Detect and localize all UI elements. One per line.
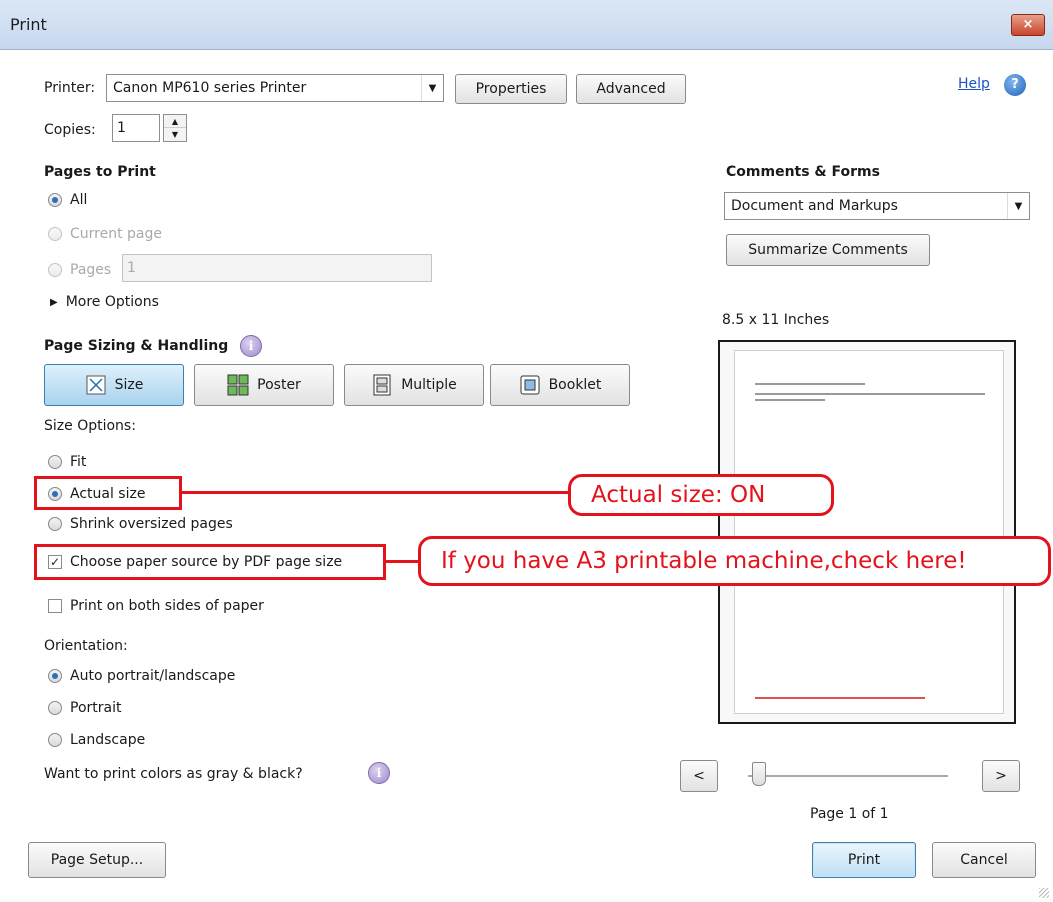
- triangle-right-icon: ▶: [50, 296, 58, 308]
- pages-range-input[interactable]: 1: [122, 254, 432, 282]
- summarize-comments-button[interactable]: Summarize Comments: [726, 234, 930, 266]
- paper-size-label: 8.5 x 11 Inches: [722, 312, 830, 328]
- checkbox-both-sides[interactable]: Print on both sides of paper: [48, 598, 264, 614]
- preview-text-line: [755, 383, 865, 385]
- preview-text-line: [755, 393, 985, 395]
- mode-poster-button[interactable]: Poster: [194, 364, 334, 406]
- radio-auto-label: Auto portrait/landscape: [70, 668, 236, 684]
- pages-to-print-heading: Pages to Print: [44, 164, 156, 180]
- close-icon: ×: [1022, 17, 1034, 32]
- poster-icon: [227, 374, 249, 396]
- a3-callout: If you have A3 printable machine,check h…: [418, 536, 1051, 586]
- page-setup-button[interactable]: Page Setup...: [28, 842, 166, 878]
- chevron-down-icon: ▼: [1007, 193, 1029, 219]
- properties-button[interactable]: Properties: [455, 74, 567, 104]
- radio-current-page[interactable]: Current page: [48, 226, 162, 242]
- mode-size-button[interactable]: Size: [44, 364, 184, 406]
- mode-booklet-button[interactable]: Booklet: [490, 364, 630, 406]
- booklet-icon: [520, 375, 540, 395]
- radio-indicator: [48, 227, 62, 241]
- radio-portrait-label: Portrait: [70, 700, 122, 716]
- close-button[interactable]: ×: [1011, 14, 1045, 36]
- radio-all-label: All: [70, 192, 88, 208]
- multiple-pages-icon: [373, 374, 391, 396]
- resize-grip-icon[interactable]: [1039, 888, 1049, 898]
- more-options-label: More Options: [65, 294, 159, 310]
- orientation-label: Orientation:: [44, 638, 128, 654]
- page-status: Page 1 of 1: [810, 806, 889, 822]
- help-link[interactable]: Help: [958, 76, 990, 92]
- more-options-toggle[interactable]: ▶ More Options: [50, 294, 159, 310]
- radio-landscape-label: Landscape: [70, 732, 146, 748]
- a3-callout-text: If you have A3 printable machine,check h…: [441, 548, 967, 574]
- radio-fit-label: Fit: [70, 454, 87, 470]
- mode-poster-label: Poster: [257, 377, 301, 393]
- choose-paper-highlight: [34, 544, 386, 580]
- cancel-button[interactable]: Cancel: [932, 842, 1036, 878]
- radio-pages[interactable]: Pages: [48, 262, 111, 278]
- size-icon: [86, 375, 106, 395]
- choose-paper-connector: [386, 560, 420, 563]
- actual-size-callout: Actual size: ON: [568, 474, 834, 516]
- comments-forms-select[interactable]: Document and Markups ▼: [724, 192, 1030, 220]
- actual-size-connector: [182, 491, 570, 494]
- checkbox-both-sides-label: Print on both sides of paper: [70, 598, 264, 614]
- next-page-button[interactable]: >: [982, 760, 1020, 792]
- actual-size-highlight: [34, 476, 182, 510]
- radio-indicator: [48, 263, 62, 277]
- advanced-button[interactable]: Advanced: [576, 74, 686, 104]
- arrow-down-icon[interactable]: ▼: [164, 128, 186, 141]
- radio-current-page-label: Current page: [70, 226, 162, 242]
- copies-label: Copies:: [44, 122, 96, 138]
- radio-auto-orientation[interactable]: Auto portrait/landscape: [48, 668, 235, 684]
- mode-size-label: Size: [114, 377, 144, 393]
- page-slider-track[interactable]: [748, 775, 948, 777]
- comments-forms-heading: Comments & Forms: [726, 164, 880, 180]
- radio-pages-label: Pages: [70, 262, 112, 278]
- mode-multiple-button[interactable]: Multiple: [344, 364, 484, 406]
- mode-multiple-label: Multiple: [401, 377, 457, 393]
- comments-forms-selected-value: Document and Markups: [731, 198, 898, 214]
- preview-footer-line: [755, 697, 925, 699]
- info-icon[interactable]: i: [240, 335, 262, 357]
- preview-sheet: [734, 350, 1004, 714]
- arrow-up-icon[interactable]: ▲: [164, 115, 186, 128]
- radio-landscape[interactable]: Landscape: [48, 732, 145, 748]
- title-bar: Print ×: [0, 0, 1053, 50]
- checkbox-empty-icon: [48, 599, 62, 613]
- radio-indicator: [48, 455, 62, 469]
- print-button[interactable]: Print: [812, 842, 916, 878]
- window-title: Print: [10, 15, 47, 34]
- previous-page-button[interactable]: <: [680, 760, 718, 792]
- page-slider-thumb[interactable]: [752, 762, 766, 786]
- size-options-label: Size Options:: [44, 418, 136, 434]
- printer-label: Printer:: [44, 80, 96, 96]
- page-sizing-heading: Page Sizing & Handling: [44, 338, 229, 354]
- actual-size-callout-text: Actual size: ON: [591, 482, 766, 508]
- radio-all[interactable]: All: [48, 192, 87, 208]
- preview-text-line: [755, 399, 825, 401]
- radio-indicator: [48, 517, 62, 531]
- radio-indicator: [48, 193, 62, 207]
- help-icon[interactable]: ?: [1004, 74, 1026, 96]
- copies-input[interactable]: 1: [112, 114, 160, 142]
- copies-stepper[interactable]: ▲ ▼: [163, 114, 187, 142]
- radio-portrait[interactable]: Portrait: [48, 700, 121, 716]
- radio-fit[interactable]: Fit: [48, 454, 86, 470]
- radio-indicator: [48, 669, 62, 683]
- printer-select[interactable]: Canon MP610 series Printer ▼: [106, 74, 444, 102]
- printer-selected-value: Canon MP610 series Printer: [113, 80, 307, 96]
- dialog-body: Printer: Canon MP610 series Printer ▼ Pr…: [0, 50, 1053, 902]
- radio-shrink-label: Shrink oversized pages: [70, 516, 233, 532]
- radio-indicator: [48, 701, 62, 715]
- radio-indicator: [48, 733, 62, 747]
- radio-shrink[interactable]: Shrink oversized pages: [48, 516, 233, 532]
- info-icon[interactable]: i: [368, 762, 390, 784]
- page-preview: [718, 340, 1016, 724]
- chevron-down-icon: ▼: [421, 75, 443, 101]
- gray-black-question: Want to print colors as gray & black?: [44, 766, 303, 782]
- mode-booklet-label: Booklet: [548, 377, 602, 393]
